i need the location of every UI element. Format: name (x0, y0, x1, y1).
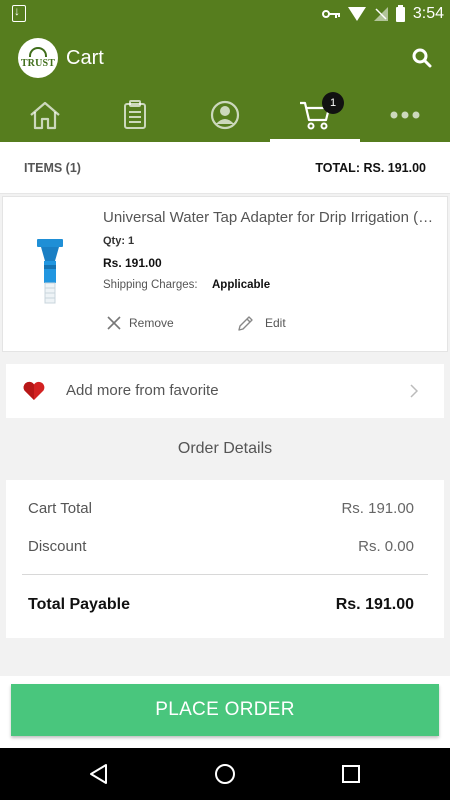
close-icon (107, 316, 121, 330)
favorite-label: Add more from favorite (66, 382, 219, 399)
items-count: ITEMS (1) (24, 161, 81, 175)
bottom-action-area: PLACE ORDER (0, 676, 450, 748)
cart-item-card[interactable]: Universal Water Tap Adapter for Drip Irr… (2, 196, 448, 352)
tab-account[interactable] (180, 88, 270, 142)
order-details-card: Cart Total Rs. 191.00 Discount Rs. 0.00 … (6, 480, 444, 638)
edit-label: Edit (265, 316, 286, 330)
order-details-title: Order Details (177, 440, 273, 457)
download-icon (12, 4, 26, 22)
logo-text: TRUST (20, 58, 56, 69)
place-order-button[interactable]: PLACE ORDER (11, 684, 439, 736)
cart-summary: ITEMS (1) TOTAL: RS. 191.00 (0, 142, 450, 194)
brand-logo[interactable]: TRUST (18, 38, 58, 78)
tab-home[interactable] (0, 88, 90, 142)
status-icons: 3:54 (321, 0, 444, 28)
signal-icon (373, 7, 388, 21)
shipping-value: Applicable (212, 279, 271, 291)
product-price: Rs. 191.00 (103, 256, 162, 270)
user-icon (210, 100, 240, 130)
recents-icon[interactable] (339, 762, 363, 786)
status-time: 3:54 (412, 5, 444, 22)
divider (22, 574, 428, 575)
remove-button[interactable]: Remove (107, 313, 174, 333)
logo-arch-icon (29, 47, 47, 57)
total-payable-value: Rs. 191.00 (335, 596, 414, 613)
edit-button[interactable]: Edit (237, 313, 286, 333)
cart-total-summary: TOTAL: RS. 191.00 (315, 161, 426, 175)
app-header: TRUST Cart 1 (0, 28, 450, 142)
clipboard-icon (124, 100, 146, 129)
product-qty: Qty: 1 (103, 235, 135, 247)
tab-orders[interactable] (90, 88, 180, 142)
cart-total-value: Rs. 191.00 (341, 500, 414, 517)
shipping-label: Shipping Charges: (103, 279, 198, 291)
back-icon[interactable] (87, 762, 111, 786)
battery-icon (395, 4, 405, 22)
product-name[interactable]: Universal Water Tap Adapter for Drip Irr… (103, 209, 439, 226)
status-bar: 3:54 (0, 0, 450, 28)
cart-count-badge: 1 (322, 92, 344, 114)
product-image[interactable] (33, 235, 67, 315)
discount-label: Discount (28, 538, 87, 555)
home-icon (30, 101, 60, 130)
chevron-right-icon (410, 384, 418, 398)
pencil-icon (238, 316, 253, 331)
home-circle-icon[interactable] (213, 762, 237, 786)
heart-icon (23, 381, 45, 400)
search-icon[interactable] (412, 48, 432, 68)
discount-value: Rs. 0.00 (358, 538, 414, 555)
add-from-favorite[interactable]: Add more from favorite (6, 364, 444, 418)
cart-total-label: Cart Total (28, 500, 92, 517)
tab-bar: 1 (0, 88, 450, 142)
system-nav-bar (0, 748, 450, 800)
key-icon (321, 10, 340, 18)
remove-label: Remove (129, 316, 174, 330)
wifi-icon (347, 7, 366, 21)
page-title: Cart (66, 47, 104, 69)
more-icon (390, 111, 420, 119)
total-payable-label: Total Payable (28, 596, 130, 613)
tab-cart[interactable]: 1 (270, 88, 360, 142)
tab-more[interactable] (360, 88, 450, 142)
